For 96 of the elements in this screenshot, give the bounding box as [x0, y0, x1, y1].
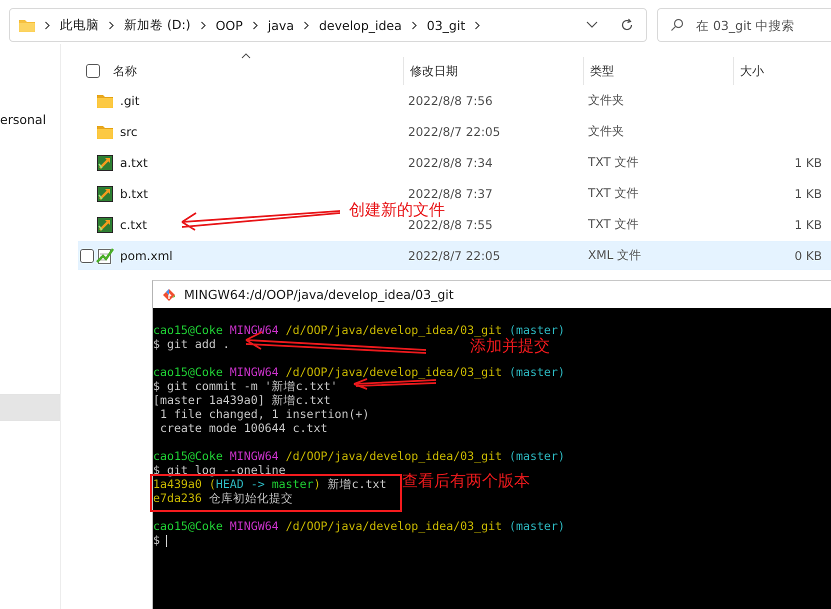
breadcrumb[interactable]: 新加卷 (D:) — [124, 16, 191, 34]
column-header[interactable]: 类型 — [584, 57, 734, 85]
chevron-icon — [109, 20, 114, 30]
chevron-icon — [304, 20, 309, 30]
file-icon — [97, 154, 113, 170]
type-text: 文件夹 — [588, 92, 624, 109]
folder-icon — [97, 124, 113, 138]
annotation-text: 创建新的文件 — [349, 201, 445, 218]
terminal-text: MINGW64 — [230, 519, 279, 533]
file-name: a.txt — [120, 156, 148, 170]
search-field[interactable]: 在 03_git 中搜索 — [657, 8, 831, 42]
terminal-text: MINGW64 — [230, 449, 279, 463]
terminal-text: cao15@Coke — [153, 323, 223, 337]
terminal-text: $ git add . — [153, 337, 230, 351]
checkbox[interactable] — [80, 248, 94, 262]
file-name: src — [120, 124, 138, 138]
file-row[interactable]: a.txt 2022/8/8 7:34 TXT 文件 1 KB — [78, 148, 831, 177]
date-text: 2022/8/8 7:55 — [408, 218, 493, 232]
terminal-text: cao15@Coke — [153, 365, 223, 379]
file-row[interactable]: pom.xml 2022/8/7 22:05 XML 文件 0 KB — [78, 241, 831, 270]
git-logo-icon — [162, 288, 176, 302]
terminal-text: HEAD -> — [216, 477, 265, 491]
terminal-text: cao15@Coke — [153, 519, 223, 533]
window-title: MINGW64:/d/OOP/java/develop_idea/03_git — [184, 287, 454, 302]
date-text: 2022/8/7 22:05 — [408, 124, 500, 138]
file-row[interactable]: .git 2022/8/8 7:56 文件夹 — [78, 86, 831, 115]
date-text: 2022/8/8 7:56 — [408, 94, 493, 108]
arrow-icon — [181, 210, 341, 231]
nav-item[interactable]: ersonal — [0, 112, 46, 132]
terminal-text: $ git commit -m '新增c.txt' — [153, 379, 338, 393]
terminal-text: MINGW64 — [230, 365, 279, 379]
breadcrumb[interactable]: 03_git — [426, 18, 466, 32]
file-name: .git — [120, 94, 140, 108]
size-text: 1 KB — [794, 186, 822, 200]
chevron-icon — [45, 20, 50, 30]
terminal-text: e7da236 — [153, 491, 202, 505]
chevron-icon — [412, 20, 417, 30]
file-icon — [96, 248, 114, 264]
address-bar[interactable]: 此电脑 新加卷 (D:) OOP java develop_idea 03_git — [9, 8, 647, 42]
file-row[interactable]: src 2022/8/7 22:05 文件夹 — [78, 117, 831, 146]
terminal-text: 1a439a0 — [153, 477, 202, 491]
type-text: TXT 文件 — [588, 154, 638, 171]
type-text: TXT 文件 — [588, 185, 638, 202]
terminal-text: (master) — [509, 323, 565, 337]
terminal-text: (master) — [509, 365, 565, 379]
column-header[interactable]: 名称 — [100, 57, 404, 85]
type-text: TXT 文件 — [588, 216, 638, 233]
text-cursor — [166, 534, 167, 547]
chevron-icon — [252, 20, 258, 30]
terminal-text: /d/OOP/java/develop_idea/03_git — [286, 449, 502, 463]
search-icon — [670, 18, 684, 32]
terminal-text: (master) — [509, 449, 565, 463]
terminal-text: (master) — [509, 519, 565, 533]
chevron-icon — [200, 20, 206, 30]
type-text: 文件夹 — [588, 123, 624, 140]
file-name: pom.xml — [120, 248, 173, 262]
arrow-icon — [353, 378, 437, 390]
checkbox[interactable] — [86, 64, 100, 78]
file-icon — [97, 186, 113, 202]
terminal-text: MINGW64 — [230, 323, 279, 337]
date-text: 2022/8/8 7:34 — [408, 156, 493, 170]
terminal-text: cao15@Coke — [153, 449, 223, 463]
breadcrumb[interactable]: 此电脑 — [60, 16, 99, 34]
breadcrumb[interactable]: OOP — [216, 18, 243, 32]
terminal-text: 仓库初始化提交 — [208, 491, 293, 505]
terminal-text: /d/OOP/java/develop_idea/03_git — [286, 365, 502, 379]
terminal-text: ) — [314, 477, 321, 491]
terminal-text: 1 file changed, 1 insertion(+) — [158, 407, 370, 421]
terminal-text: master — [272, 477, 314, 491]
file-name: b.txt — [120, 186, 148, 200]
breadcrumb[interactable]: develop_idea — [319, 18, 402, 32]
folder-icon — [97, 94, 113, 108]
folder-icon — [19, 18, 35, 32]
column-header[interactable]: 修改日期 — [404, 57, 584, 85]
annotation-text: 添加并提交 — [470, 337, 550, 354]
size-text: 1 KB — [794, 218, 822, 232]
size-text: 0 KB — [794, 248, 822, 262]
terminal-text: $ — [153, 533, 160, 547]
terminal-text: create mode 100644 c.txt — [158, 421, 328, 435]
dropdown-icon[interactable] — [586, 21, 598, 29]
date-text: 2022/8/8 7:37 — [408, 186, 493, 200]
terminal-text: ( — [208, 477, 216, 491]
type-text: XML 文件 — [588, 247, 642, 264]
refresh-icon[interactable] — [620, 18, 634, 32]
breadcrumb[interactable]: java — [268, 18, 294, 32]
annotation-text: 查看后有两个版本 — [402, 472, 530, 489]
chevron-icon — [475, 20, 480, 30]
column-header[interactable]: 大小 — [734, 57, 830, 85]
terminal-text: /d/OOP/java/develop_idea/03_git — [286, 519, 502, 533]
file-name: c.txt — [120, 218, 147, 232]
file-icon — [97, 216, 113, 232]
terminal-text: 新增c.txt — [328, 477, 386, 491]
date-text: 2022/8/7 22:05 — [408, 248, 500, 262]
size-text: 1 KB — [794, 156, 822, 170]
terminal-text: /d/OOP/java/develop_idea/03_git — [286, 323, 502, 337]
terminal-text: [master 1a439a0] 新增c.txt — [153, 393, 331, 407]
